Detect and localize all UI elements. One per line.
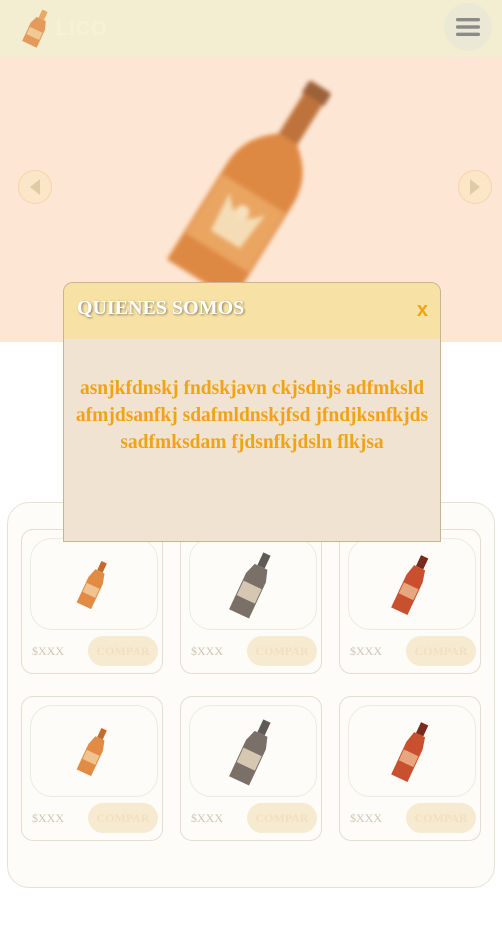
beer-bottle-icon [22, 9, 48, 48]
menu-button[interactable] [444, 3, 492, 51]
buy-button[interactable]: COMPAR [88, 636, 158, 666]
product-card: $XXX COMPAR [180, 529, 322, 674]
product-price: $XXX [191, 811, 223, 825]
beer-bottle-icon [76, 560, 107, 610]
buy-button[interactable]: COMPAR [88, 803, 158, 833]
beer-bottle-icon [229, 719, 271, 786]
buy-button[interactable]: COMPAR [406, 636, 476, 666]
product-price: $XXX [350, 811, 382, 825]
buy-button[interactable]: COMPAR [247, 636, 317, 666]
arrow-left-icon [30, 179, 40, 195]
products-section: $XXX COMPAR $XXX COMPAR $XXX COMPAR $XXX… [7, 502, 495, 888]
product-image-frame [30, 705, 158, 797]
product-price: $XXX [32, 811, 64, 825]
product-image-frame [348, 538, 476, 630]
modal-title: QUIENES SOMOS [77, 297, 245, 319]
carousel-next-button[interactable] [458, 170, 492, 204]
product-card: $XXX COMPAR [339, 696, 481, 841]
product-price: $XXX [32, 644, 64, 658]
logo[interactable]: LICO [20, 8, 120, 48]
buy-button[interactable]: COMPAR [406, 803, 476, 833]
beer-bottle-icon [391, 555, 429, 615]
arrow-right-icon [470, 179, 480, 195]
product-card: $XXX COMPAR [21, 696, 163, 841]
modal-body-text: asnjkfdnskj fndskjavn ckjsdnjs adfmksld … [75, 378, 429, 453]
header: LICO [0, 0, 502, 57]
beer-bottle-icon [391, 722, 429, 782]
product-card: $XXX COMPAR [21, 529, 163, 674]
product-price: $XXX [191, 644, 223, 658]
product-image-frame [348, 705, 476, 797]
buy-button[interactable]: COMPAR [247, 803, 317, 833]
product-card: $XXX COMPAR [339, 529, 481, 674]
modal-header: QUIENES SOMOS x [64, 283, 440, 339]
product-image-frame [189, 538, 317, 630]
hero-bottle-image [166, 80, 331, 287]
logo-text: LICO [56, 18, 108, 40]
close-button[interactable]: x [417, 299, 428, 322]
product-image-frame [30, 538, 158, 630]
about-modal: QUIENES SOMOS x asnjkfdnskj fndskjavn ck… [63, 282, 441, 542]
product-card: $XXX COMPAR [180, 696, 322, 841]
product-price: $XXX [350, 644, 382, 658]
hamburger-menu-icon [456, 18, 480, 36]
product-image-frame [189, 705, 317, 797]
beer-bottle-icon [76, 727, 107, 777]
carousel-prev-button[interactable] [18, 170, 52, 204]
beer-bottle-icon [229, 552, 271, 619]
